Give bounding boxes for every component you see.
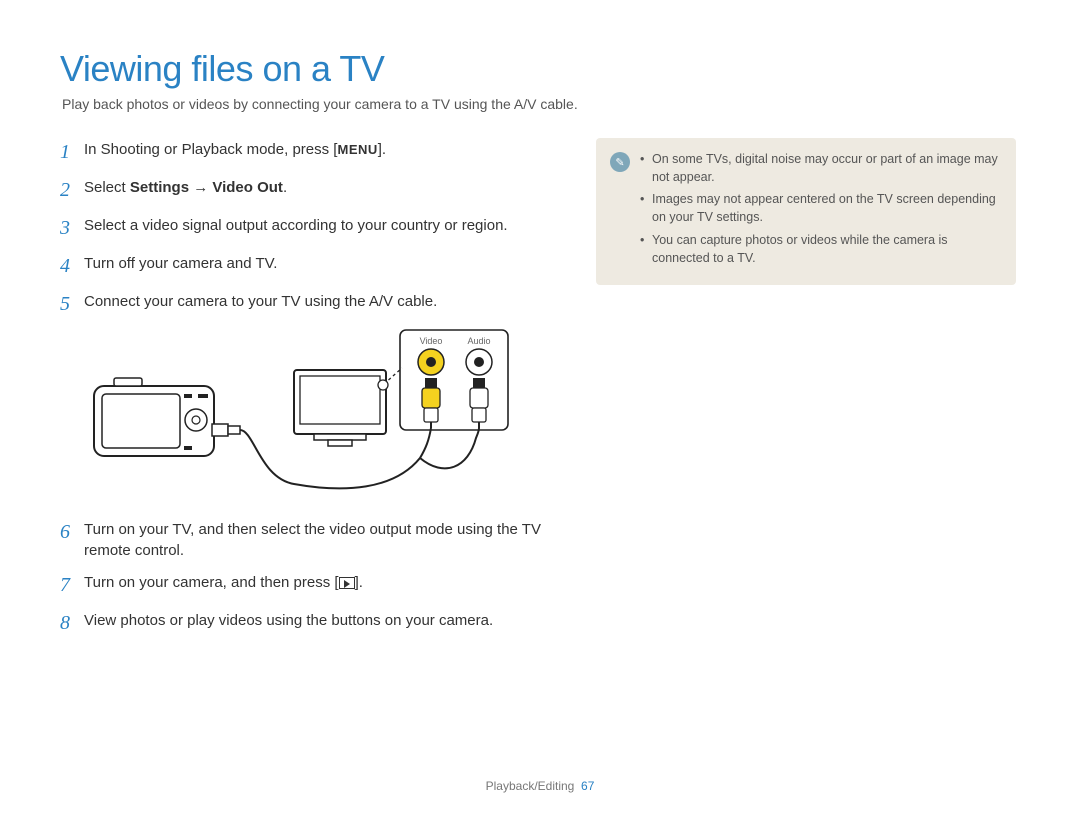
step-3: 3 Select a video signal output according…	[60, 214, 560, 242]
step-2-post: .	[283, 179, 287, 196]
step-number: 7	[60, 571, 84, 599]
step-1-pre: In Shooting or Playback mode, press [	[84, 141, 337, 158]
step-text: Connect your camera to your TV using the…	[84, 290, 437, 312]
step-1-post: ].	[378, 141, 386, 158]
step-8: 8 View photos or play videos using the b…	[60, 609, 560, 637]
step-text: Select Settings → Video Out.	[84, 176, 287, 198]
step-number: 4	[60, 252, 84, 280]
step-number: 8	[60, 609, 84, 637]
step-text: Turn on your camera, and then press [].	[84, 571, 363, 593]
step-4: 4 Turn off your camera and TV.	[60, 252, 560, 280]
step-7-post: ].	[355, 574, 363, 591]
page-footer: Playback/Editing 67	[0, 779, 1080, 793]
page-subtitle: Play back photos or videos by connecting…	[62, 96, 1020, 112]
note-callout: ✎ On some TVs, digital noise may occur o…	[596, 138, 1016, 285]
connection-diagram: Video Audio	[84, 328, 514, 504]
manual-page: Viewing files on a TV Play back photos o…	[0, 0, 1080, 815]
tv-icon	[294, 370, 386, 446]
footer-section: Playback/Editing	[486, 779, 575, 793]
tv-port-marker	[378, 380, 388, 390]
menu-button-label: MENU	[337, 142, 377, 157]
audio-jack-label: Audio	[467, 336, 490, 346]
step-2-bold: Settings → Video Out	[130, 179, 283, 196]
note-list: On some TVs, digital noise may occur or …	[640, 150, 1002, 271]
note-icon-glyph: ✎	[615, 156, 624, 169]
step-text: Turn on your TV, and then select the vid…	[84, 518, 560, 561]
step-number: 5	[60, 290, 84, 318]
footer-page-number: 67	[581, 779, 594, 793]
step-number: 6	[60, 518, 84, 546]
step-2: 2 Select Settings → Video Out.	[60, 176, 560, 204]
step-number: 2	[60, 176, 84, 204]
note-item: You can capture photos or videos while t…	[640, 231, 1002, 267]
step-5: 5 Connect your camera to your TV using t…	[60, 290, 560, 318]
page-title: Viewing files on a TV	[60, 48, 1020, 90]
camera-icon	[94, 378, 240, 456]
step-2-pre: Select	[84, 179, 130, 196]
camera-tv-illustration: Video Audio	[84, 328, 514, 504]
rca-panel-icon: Video Audio	[400, 330, 508, 430]
note-item: Images may not appear centered on the TV…	[640, 190, 1002, 226]
step-number: 1	[60, 138, 84, 166]
step-text: View photos or play videos using the but…	[84, 609, 493, 631]
step-text: Turn off your camera and TV.	[84, 252, 277, 274]
playback-icon	[339, 577, 355, 589]
right-column: ✎ On some TVs, digital noise may occur o…	[596, 138, 1016, 647]
video-jack-label: Video	[420, 336, 443, 346]
step-7: 7 Turn on your camera, and then press []…	[60, 571, 560, 599]
step-number: 3	[60, 214, 84, 242]
step-text: In Shooting or Playback mode, press [MEN…	[84, 138, 386, 160]
note-item: On some TVs, digital noise may occur or …	[640, 150, 1002, 186]
step-6: 6 Turn on your TV, and then select the v…	[60, 518, 560, 561]
step-1: 1 In Shooting or Playback mode, press [M…	[60, 138, 560, 166]
note-icon: ✎	[610, 152, 630, 172]
step-7-pre: Turn on your camera, and then press [	[84, 574, 339, 591]
content-columns: 1 In Shooting or Playback mode, press [M…	[60, 138, 1020, 647]
step-text: Select a video signal output according t…	[84, 214, 508, 236]
left-column: 1 In Shooting or Playback mode, press [M…	[60, 138, 560, 647]
